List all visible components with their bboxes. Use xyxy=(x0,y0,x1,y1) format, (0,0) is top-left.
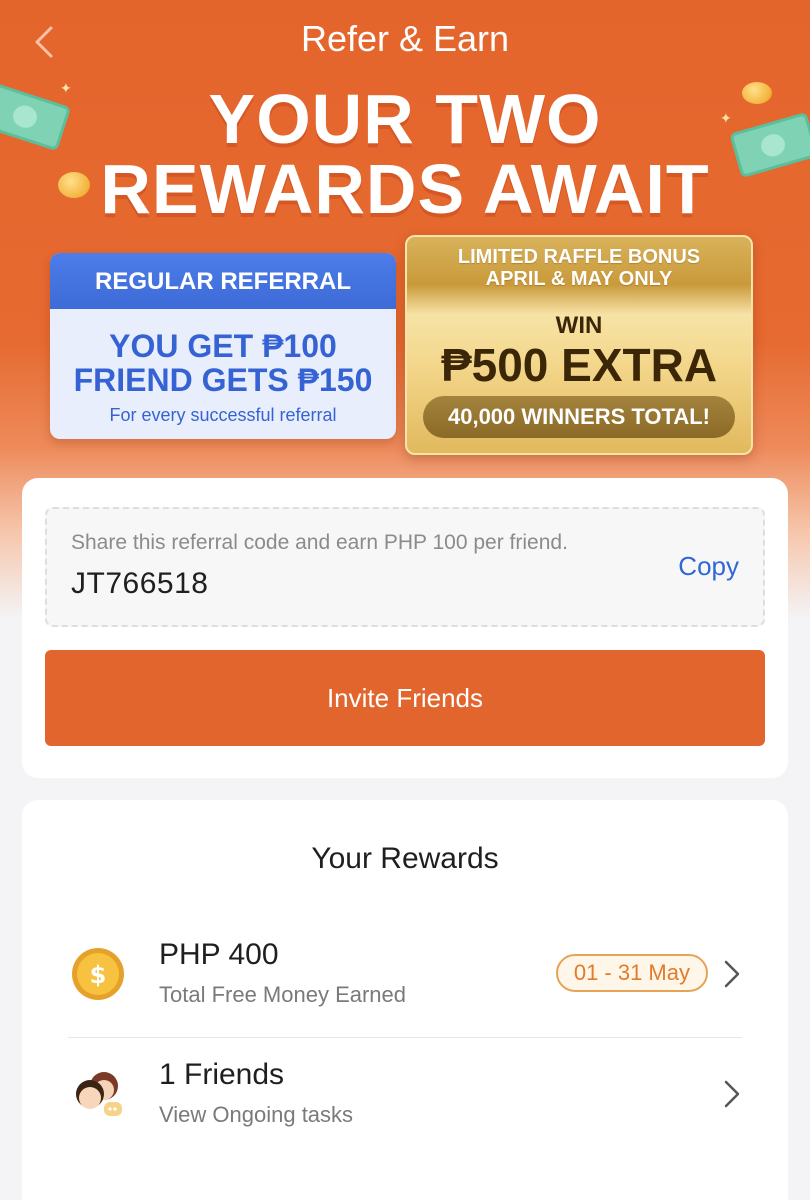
rewards-title: Your Rewards xyxy=(311,842,499,875)
row-divider xyxy=(68,1037,742,1038)
raffle-period: APRIL & MAY ONLY xyxy=(485,268,673,290)
dollar-coin-icon: $ xyxy=(72,948,124,1000)
nav-bar: Refer & Earn xyxy=(0,0,810,80)
money-label: Total Free Money Earned xyxy=(159,982,407,1007)
referral-share-card: Share this referral code and earn PHP 10… xyxy=(22,478,788,778)
you-get-text: YOU GET ₱100 xyxy=(109,328,337,364)
friends-count: 1 Friends xyxy=(159,1058,285,1091)
free-money-row[interactable]: $ PHP 400 Total Free Money Earned 01 - 3… xyxy=(22,920,788,1030)
copy-button[interactable]: Copy xyxy=(678,551,739,582)
friends-avatar-icon xyxy=(76,1072,122,1116)
money-amount: PHP 400 xyxy=(159,938,279,971)
referral-code-hint: Share this referral code and earn PHP 10… xyxy=(71,531,568,554)
svg-text:$: $ xyxy=(90,961,107,989)
raffle-amount: ₱500 EXTRA xyxy=(440,339,718,391)
ongoing-tasks-label: View Ongoing tasks xyxy=(159,1102,354,1127)
date-range-badge: 01 - 31 May xyxy=(555,954,708,992)
referral-note: For every successful referral xyxy=(109,405,337,425)
raffle-win-label: WIN xyxy=(555,312,603,339)
headline-line1: YOUR TWO xyxy=(208,80,602,158)
raffle-bonus-card: LIMITED RAFFLE BONUS APRIL & MAY ONLY WI… xyxy=(405,235,753,455)
referral-code: JT766518 xyxy=(71,567,209,600)
page-title: Refer & Earn xyxy=(300,18,510,59)
regular-referral-header: REGULAR REFERRAL xyxy=(50,253,396,309)
referral-code-box: Share this referral code and earn PHP 10… xyxy=(45,507,765,627)
headline-line2: REWARDS AWAIT xyxy=(100,150,710,228)
chevron-right-icon xyxy=(724,960,740,988)
friends-row[interactable]: 1 Friends View Ongoing tasks xyxy=(22,1040,788,1150)
your-rewards-card: Your Rewards $ PHP 400 Total Free Money … xyxy=(22,800,788,1200)
regular-referral-card: REGULAR REFERRAL YOU GET ₱100 FRIEND GET… xyxy=(50,253,396,439)
friend-gets-text: FRIEND GETS ₱150 xyxy=(73,362,373,398)
raffle-title: LIMITED RAFFLE BONUS xyxy=(457,246,701,268)
invite-friends-button[interactable]: Invite Friends xyxy=(45,650,765,746)
chevron-right-icon xyxy=(724,1080,740,1108)
raffle-winners-badge: 40,000 WINNERS TOTAL! xyxy=(423,396,735,438)
